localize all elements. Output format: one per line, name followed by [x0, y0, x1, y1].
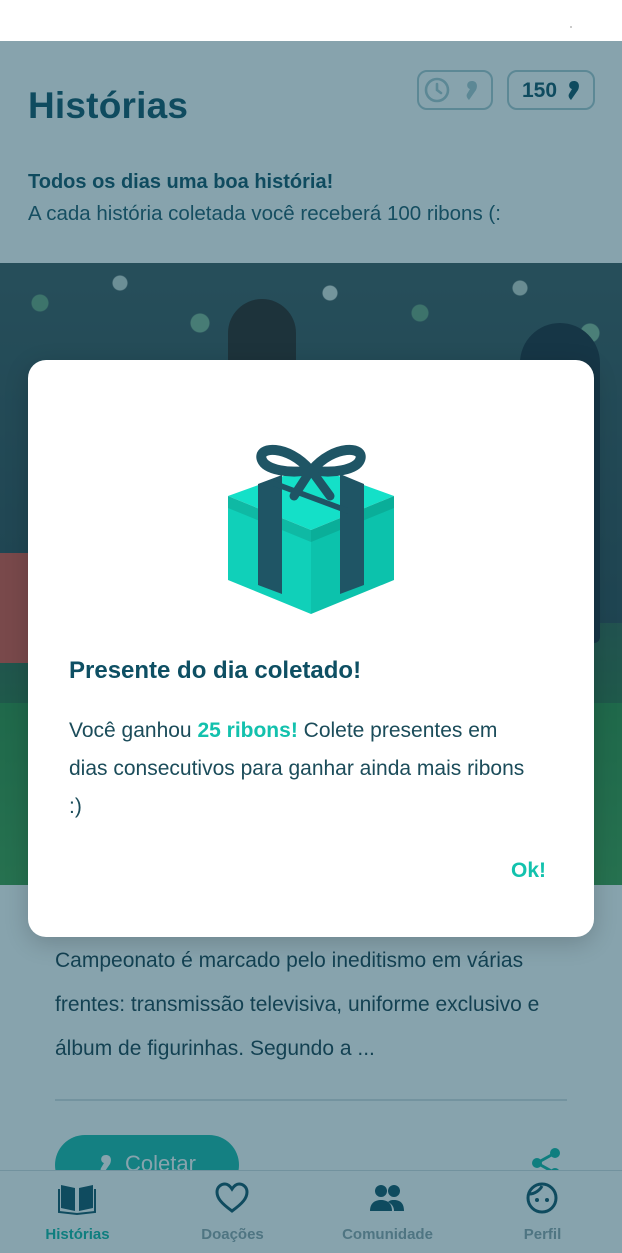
reward-amount: 25 ribons!: [197, 719, 298, 742]
status-bar: [0, 0, 622, 41]
modal-backdrop-nav: [0, 1170, 622, 1253]
daily-gift-dialog: Presente do dia coletado! Você ganhou 25…: [28, 360, 594, 937]
gift-icon: [228, 444, 394, 614]
dialog-message: Você ganhou 25 ribons! Colete presentes …: [69, 712, 539, 826]
status-dot: [570, 26, 572, 28]
app-screen: Histórias 150 Todos os dias uma boa hist…: [0, 41, 622, 1253]
dialog-title: Presente do dia coletado!: [69, 657, 362, 684]
ok-button[interactable]: Ok!: [511, 859, 546, 883]
dialog-message-prefix: Você ganhou: [69, 719, 198, 742]
